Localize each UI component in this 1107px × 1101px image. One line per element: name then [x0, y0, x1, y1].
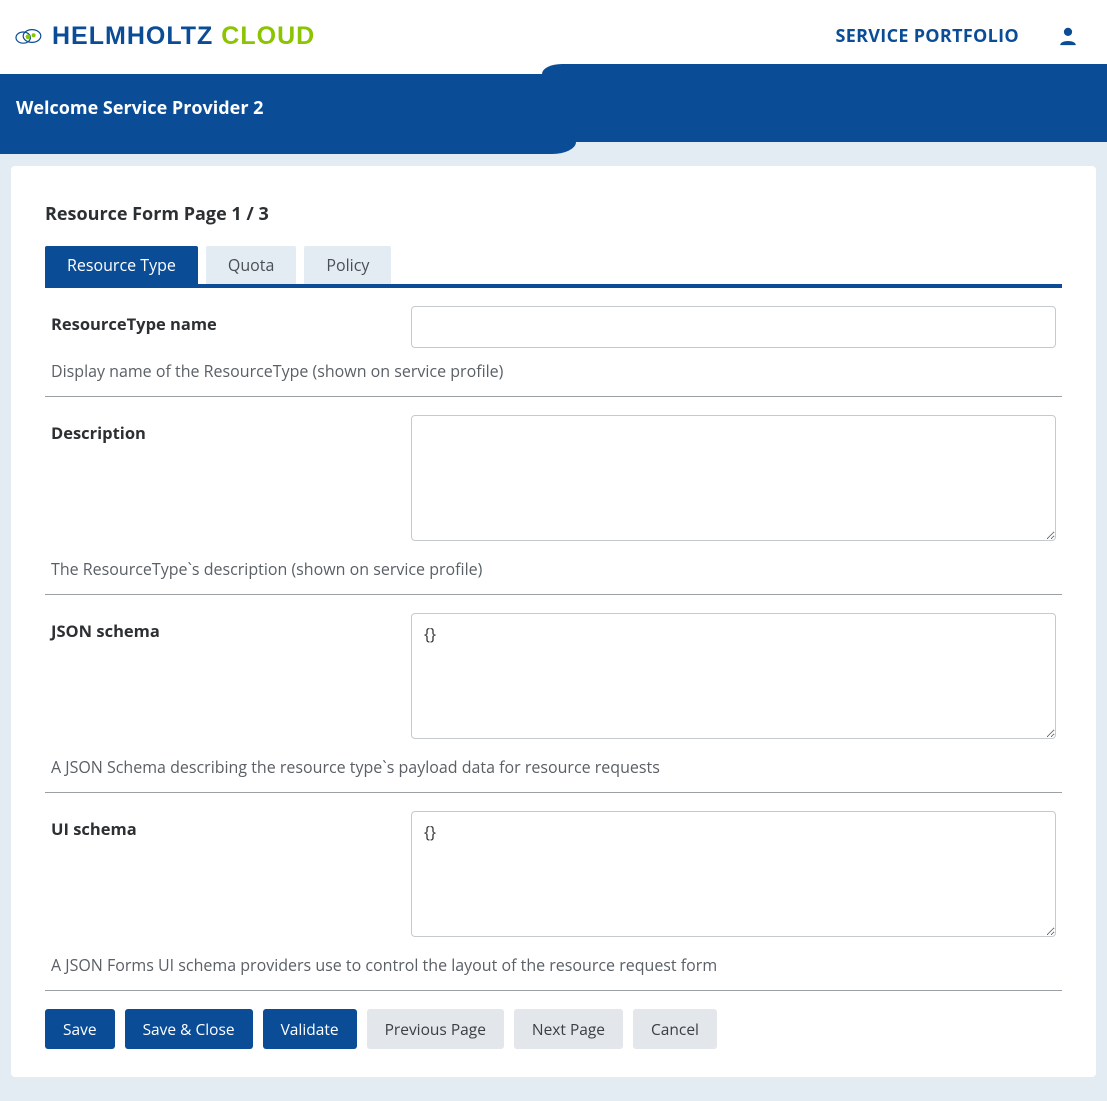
help-description: The ResourceType`s description (shown on…	[51, 558, 1056, 580]
section-ui-schema: UI schema A JSON Forms UI schema provide…	[45, 793, 1062, 991]
input-resourcetype-name[interactable]	[411, 306, 1056, 348]
button-row: Save Save & Close Validate Previous Page…	[45, 1009, 1062, 1049]
welcome-text: Welcome Service Provider 2	[16, 96, 263, 120]
nav-right: SERVICE PORTFOLIO	[836, 24, 1079, 48]
input-description[interactable]	[411, 415, 1056, 541]
topbar: HELMHOLTZ CLOUD SERVICE PORTFOLIO	[0, 0, 1107, 74]
tab-policy[interactable]: Policy	[304, 246, 391, 284]
section-description: Description The ResourceType`s descripti…	[45, 397, 1062, 595]
section-json-schema: JSON schema A JSON Schema describing the…	[45, 595, 1062, 793]
label-ui-schema: UI schema	[51, 811, 391, 840]
label-json-schema: JSON schema	[51, 613, 391, 642]
label-description: Description	[51, 415, 391, 444]
cloud-logo-icon	[12, 26, 44, 46]
cancel-button[interactable]: Cancel	[633, 1009, 717, 1049]
logo-text-part1: HELMHOLTZ	[52, 22, 213, 51]
save-close-button[interactable]: Save & Close	[125, 1009, 253, 1049]
logo[interactable]: HELMHOLTZ CLOUD	[12, 22, 315, 51]
save-button[interactable]: Save	[45, 1009, 115, 1049]
previous-page-button[interactable]: Previous Page	[367, 1009, 504, 1049]
page-title: Resource Form Page 1 / 3	[45, 202, 1062, 226]
input-json-schema[interactable]	[411, 613, 1056, 739]
label-resourcetype-name: ResourceType name	[51, 306, 391, 335]
section-name: ResourceType name Display name of the Re…	[45, 288, 1062, 397]
form-card: Resource Form Page 1 / 3 Resource Type Q…	[11, 166, 1096, 1077]
next-page-button[interactable]: Next Page	[514, 1009, 623, 1049]
tab-quota[interactable]: Quota	[206, 246, 296, 284]
subheader-wrap: Welcome Service Provider 2	[0, 74, 1107, 142]
help-resourcetype-name: Display name of the ResourceType (shown …	[51, 360, 1056, 382]
help-ui-schema: A JSON Forms UI schema providers use to …	[51, 954, 1056, 976]
input-ui-schema[interactable]	[411, 811, 1056, 937]
tabs: Resource Type Quota Policy	[45, 246, 1062, 288]
subheader: Welcome Service Provider 2	[0, 74, 1107, 142]
logo-text: HELMHOLTZ CLOUD	[52, 22, 315, 51]
validate-button[interactable]: Validate	[263, 1009, 357, 1049]
help-json-schema: A JSON Schema describing the resource ty…	[51, 756, 1056, 778]
tab-resource-type[interactable]: Resource Type	[45, 246, 198, 284]
logo-text-part2: CLOUD	[221, 22, 315, 51]
user-icon[interactable]	[1057, 25, 1079, 47]
nav-service-portfolio[interactable]: SERVICE PORTFOLIO	[836, 24, 1019, 48]
